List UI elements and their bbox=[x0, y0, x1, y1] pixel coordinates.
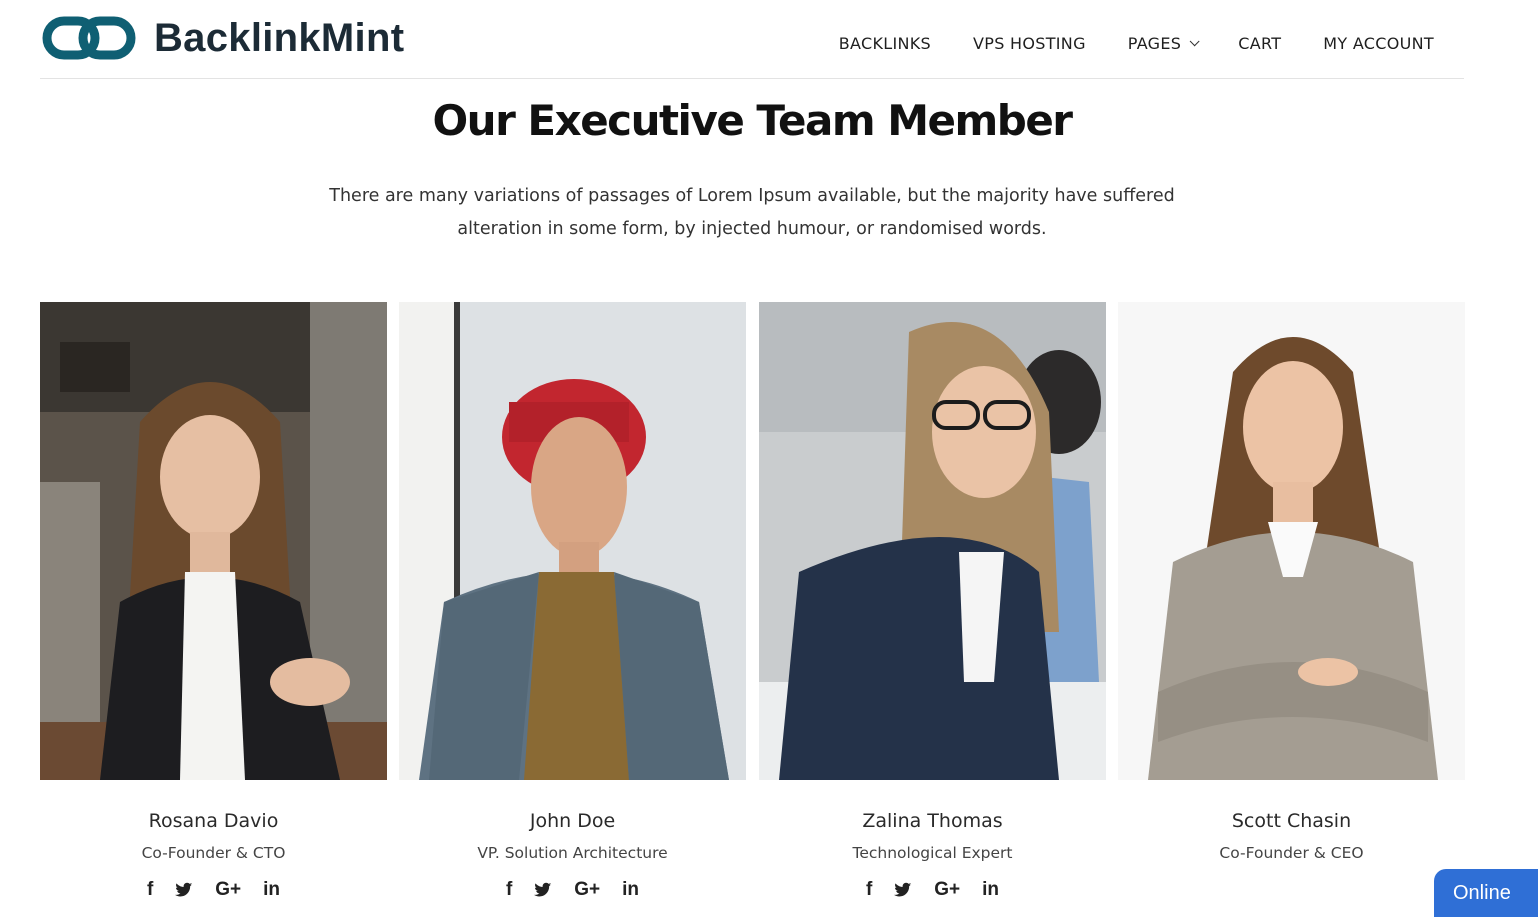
nav-item-pages[interactable]: PAGES bbox=[1127, 34, 1200, 53]
team-card: John Doe VP. Solution Architecture f G+ … bbox=[399, 302, 746, 902]
google-plus-icon[interactable]: G+ bbox=[574, 879, 600, 901]
twitter-icon[interactable] bbox=[894, 882, 912, 898]
nav-item-label: BACKLINKS bbox=[838, 34, 931, 53]
google-plus-icon[interactable]: G+ bbox=[215, 879, 241, 901]
nav-item-label: CART bbox=[1238, 34, 1282, 53]
nav-item-vps-hosting[interactable]: VPS HOSTING bbox=[973, 34, 1086, 53]
chain-link-logo-icon bbox=[42, 16, 136, 60]
team-member-name: John Doe bbox=[529, 810, 616, 832]
team-member-role: Co-Founder & CTO bbox=[141, 844, 286, 862]
linkedin-icon[interactable]: in bbox=[263, 879, 280, 901]
brand-name: BacklinkMint bbox=[154, 15, 405, 60]
twitter-icon[interactable] bbox=[175, 882, 193, 898]
team-card: Zalina Thomas Technological Expert f G+ … bbox=[759, 302, 1106, 902]
linkedin-icon[interactable]: in bbox=[622, 879, 639, 901]
team-member-role: Co-Founder & CEO bbox=[1219, 844, 1364, 862]
photo-woman-glasses bbox=[759, 302, 1106, 780]
team-card: Scott Chasin Co-Founder & CEO bbox=[1118, 302, 1465, 902]
logo-link[interactable]: BacklinkMint bbox=[42, 14, 404, 62]
nav-item-backlinks[interactable]: BACKLINKS bbox=[839, 34, 931, 53]
photo-man-red-cap bbox=[399, 302, 746, 780]
linkedin-icon[interactable]: in bbox=[982, 879, 999, 901]
team-member-role: Technological Expert bbox=[852, 844, 1013, 862]
team-member-photo bbox=[1118, 302, 1465, 780]
team-member-role: VP. Solution Architecture bbox=[477, 844, 668, 862]
twitter-icon[interactable] bbox=[534, 882, 552, 898]
team-member-photo bbox=[399, 302, 746, 780]
section-title: Our Executive Team Member bbox=[432, 96, 1073, 145]
social-links bbox=[1118, 878, 1465, 902]
team-member-name: Zalina Thomas bbox=[862, 810, 1003, 832]
social-links: f G+ in bbox=[759, 878, 1106, 902]
team-member-photo bbox=[759, 302, 1106, 780]
nav-item-label: MY ACCOUNT bbox=[1323, 34, 1434, 53]
nav-item-cart[interactable]: CART bbox=[1238, 34, 1281, 53]
section-description: There are many variations of passages of… bbox=[329, 186, 1175, 239]
main-nav: BACKLINKS VPS HOSTING PAGES CART MY ACCO… bbox=[839, 34, 1434, 53]
team-card: Rosana Davio Co-Founder & CTO f G+ in bbox=[40, 302, 387, 902]
facebook-icon[interactable]: f bbox=[147, 879, 153, 901]
facebook-icon[interactable]: f bbox=[866, 879, 872, 901]
photo-woman-cafe bbox=[40, 302, 387, 780]
social-links: f G+ in bbox=[399, 878, 746, 902]
chevron-down-icon bbox=[1189, 36, 1200, 47]
facebook-icon[interactable]: f bbox=[506, 879, 512, 901]
team-member-name: Rosana Davio bbox=[148, 810, 279, 832]
social-links: f G+ in bbox=[40, 878, 387, 902]
team-member-name: Scott Chasin bbox=[1231, 810, 1352, 832]
team-grid: Rosana Davio Co-Founder & CTO f G+ in Jo… bbox=[40, 302, 1465, 910]
nav-item-my-account[interactable]: MY ACCOUNT bbox=[1323, 34, 1434, 53]
photo-woman-arms-crossed bbox=[1118, 302, 1465, 780]
google-plus-icon[interactable]: G+ bbox=[934, 879, 960, 901]
team-member-photo bbox=[40, 302, 387, 780]
nav-item-label: PAGES bbox=[1127, 34, 1182, 53]
nav-item-label: VPS HOSTING bbox=[973, 34, 1086, 53]
site-header: BacklinkMint BACKLINKS VPS HOSTING PAGES… bbox=[40, 0, 1464, 79]
